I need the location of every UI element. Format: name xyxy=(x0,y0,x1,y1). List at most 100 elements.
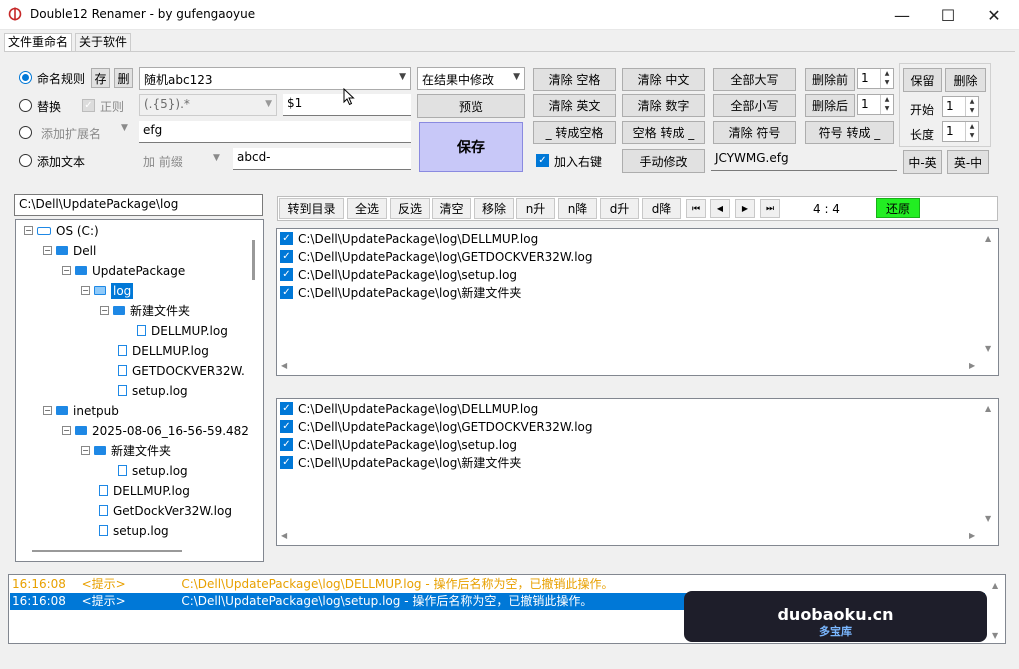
replace-find-input[interactable]: (.{5}).* ▼ xyxy=(139,94,277,116)
text-position-select[interactable]: 加 前缀 xyxy=(143,153,183,170)
collapse-icon[interactable]: − xyxy=(81,446,90,455)
list-item[interactable]: ✓ C:\Dell\UpdatePackage\log\DELLMUP.log xyxy=(280,400,538,418)
add-context-menu-checkbox[interactable]: ✓ xyxy=(536,154,549,167)
regex-checkbox[interactable]: ✓ xyxy=(82,99,95,112)
add-text-input[interactable]: abcd- xyxy=(233,148,411,170)
clear-space-button[interactable]: 清除 空格 xyxy=(533,68,616,91)
goto-dir-button[interactable]: 转到目录 xyxy=(279,198,344,219)
start-stepper[interactable]: 1 ▲ ▼ xyxy=(942,96,979,117)
delete-rule-button[interactable]: 删 xyxy=(114,68,133,88)
select-all-button[interactable]: 全选 xyxy=(347,198,387,219)
maximize-button[interactable]: ☐ xyxy=(925,0,971,30)
preview-button[interactable]: 预览 xyxy=(417,94,525,118)
english-to-chinese-button[interactable]: 英-中 xyxy=(947,150,989,174)
list-item[interactable]: ✓ C:\Dell\UpdatePackage\log\GETDOCKVER32W… xyxy=(280,418,593,436)
list-item[interactable]: ✓ C:\Dell\UpdatePackage\log\setup.log xyxy=(280,436,517,454)
tree-item-file[interactable]: DELLMUP.log xyxy=(137,322,228,340)
item-checkbox[interactable]: ✓ xyxy=(280,402,293,415)
scroll-left-icon[interactable]: ◀ xyxy=(281,361,287,370)
list-item[interactable]: ✓ C:\Dell\UpdatePackage\log\DELLMUP.log xyxy=(280,230,538,248)
source-file-list[interactable]: ✓ C:\Dell\UpdatePackage\log\DELLMUP.log ✓… xyxy=(276,228,999,376)
scroll-up-icon[interactable]: ▲ xyxy=(992,581,998,590)
all-uppercase-button[interactable]: 全部大写 xyxy=(713,68,796,91)
replace-radio[interactable] xyxy=(19,99,32,112)
directory-path-input[interactable]: C:\Dell\UpdatePackage\log xyxy=(14,194,263,216)
tab-about[interactable]: 关于软件 xyxy=(75,33,132,51)
add-extension-radio[interactable] xyxy=(19,126,32,139)
tree-item-file[interactable]: GETDOCKVER32W. xyxy=(118,362,245,380)
tree-item-file[interactable]: setup.log xyxy=(118,462,188,480)
tree-item-folder-selected[interactable]: − log xyxy=(81,282,134,300)
tree-item-folder[interactable]: − UpdatePackage xyxy=(62,262,185,280)
length-stepper[interactable]: 1 ▲ ▼ xyxy=(942,121,979,142)
list-item[interactable]: ✓ C:\Dell\UpdatePackage\log\setup.log xyxy=(280,266,517,284)
symbol-to-underscore-button[interactable]: 符号 转成 _ xyxy=(805,121,894,144)
scroll-up-icon[interactable]: ▲ xyxy=(985,404,991,413)
item-checkbox[interactable]: ✓ xyxy=(280,232,293,245)
tree-item-folder[interactable]: − 新建文件夹 xyxy=(100,302,190,320)
invert-selection-button[interactable]: 反选 xyxy=(390,198,430,219)
remove-button[interactable]: 移除 xyxy=(474,198,514,219)
minimize-button[interactable]: — xyxy=(879,0,925,30)
scroll-left-icon[interactable]: ◀ xyxy=(281,531,287,540)
close-button[interactable]: ✕ xyxy=(971,0,1017,30)
keep-button[interactable]: 保留 xyxy=(903,68,942,92)
clear-list-button[interactable]: 清空 xyxy=(432,198,471,219)
tree-item-file[interactable]: DELLMUP.log xyxy=(118,342,209,360)
delete-after-button[interactable]: 删除后 xyxy=(805,94,855,117)
collapse-icon[interactable]: − xyxy=(100,306,109,315)
item-checkbox[interactable]: ✓ xyxy=(280,286,293,299)
list-item[interactable]: ✓ C:\Dell\UpdatePackage\log\GETDOCKVER32W… xyxy=(280,248,593,266)
chevron-down-icon[interactable]: ▼ xyxy=(880,78,893,88)
item-checkbox[interactable]: ✓ xyxy=(280,438,293,451)
item-checkbox[interactable]: ✓ xyxy=(280,268,293,281)
chevron-down-icon[interactable]: ▼ xyxy=(965,131,978,141)
collapse-icon[interactable]: − xyxy=(24,226,33,235)
tree-item-file[interactable]: setup.log xyxy=(118,382,188,400)
collapse-icon[interactable]: − xyxy=(81,286,90,295)
prev-icon[interactable]: ◀ xyxy=(710,199,730,218)
scroll-down-icon[interactable]: ▼ xyxy=(992,631,998,640)
tree-item-folder[interactable]: − 新建文件夹 xyxy=(81,442,171,460)
scroll-down-icon[interactable]: ▼ xyxy=(985,514,991,523)
tree-scrollbar[interactable] xyxy=(252,240,255,280)
clear-english-button[interactable]: 清除 英文 xyxy=(533,94,616,117)
extension-input[interactable]: efg xyxy=(139,121,411,143)
chinese-to-english-button[interactable]: 中-英 xyxy=(903,150,942,174)
scroll-right-icon[interactable]: ▶ xyxy=(969,531,975,540)
underscore-to-space-button[interactable]: _ 转成空格 xyxy=(533,121,616,144)
chevron-down-icon[interactable]: ▼ xyxy=(880,104,893,114)
manual-modify-button[interactable]: 手动修改 xyxy=(622,149,705,173)
tree-h-scrollbar[interactable] xyxy=(32,550,182,552)
collapse-icon[interactable]: − xyxy=(43,406,52,415)
all-lowercase-button[interactable]: 全部小写 xyxy=(713,94,796,117)
sort-date-asc-button[interactable]: d升 xyxy=(600,198,639,219)
clear-symbol-button[interactable]: 清除 符号 xyxy=(713,121,796,144)
modify-mode-select[interactable]: 在结果中修改 ▼ xyxy=(417,67,525,90)
manual-name-input[interactable]: JCYWMG.efg xyxy=(711,149,897,171)
clear-chinese-button[interactable]: 清除 中文 xyxy=(622,68,705,91)
chevron-down-icon[interactable]: ▼ xyxy=(965,106,978,116)
tree-item-file[interactable]: DELLMUP.log xyxy=(99,482,190,500)
collapse-icon[interactable]: − xyxy=(62,266,71,275)
delete-range-button[interactable]: 删除 xyxy=(945,68,986,92)
tab-file-rename[interactable]: 文件重命名 xyxy=(4,33,73,51)
restore-button[interactable]: 还原 xyxy=(876,198,920,218)
tree-item-folder[interactable]: − 2025-08-06_16-56-59.482 xyxy=(62,422,249,440)
tree-item-file[interactable]: setup.log xyxy=(99,522,169,540)
item-checkbox[interactable]: ✓ xyxy=(280,250,293,263)
item-checkbox[interactable]: ✓ xyxy=(280,456,293,469)
clear-number-button[interactable]: 清除 数字 xyxy=(622,94,705,117)
delete-before-stepper[interactable]: 1 ▲ ▼ xyxy=(857,68,894,89)
delete-after-stepper[interactable]: 1 ▲ ▼ xyxy=(857,94,894,115)
list-item[interactable]: ✓ C:\Dell\UpdatePackage\log\新建文件夹 xyxy=(280,454,521,472)
sort-name-desc-button[interactable]: n降 xyxy=(558,198,597,219)
delete-before-button[interactable]: 删除前 xyxy=(805,68,855,91)
save-button[interactable]: 保存 xyxy=(419,122,523,172)
scroll-up-icon[interactable]: ▲ xyxy=(985,234,991,243)
collapse-icon[interactable]: − xyxy=(62,426,71,435)
result-file-list[interactable]: ✓ C:\Dell\UpdatePackage\log\DELLMUP.log ✓… xyxy=(276,398,999,546)
first-icon[interactable]: ⏮ xyxy=(686,199,706,218)
sort-date-desc-button[interactable]: d降 xyxy=(642,198,681,219)
tree-item-folder[interactable]: − Dell xyxy=(43,242,96,260)
